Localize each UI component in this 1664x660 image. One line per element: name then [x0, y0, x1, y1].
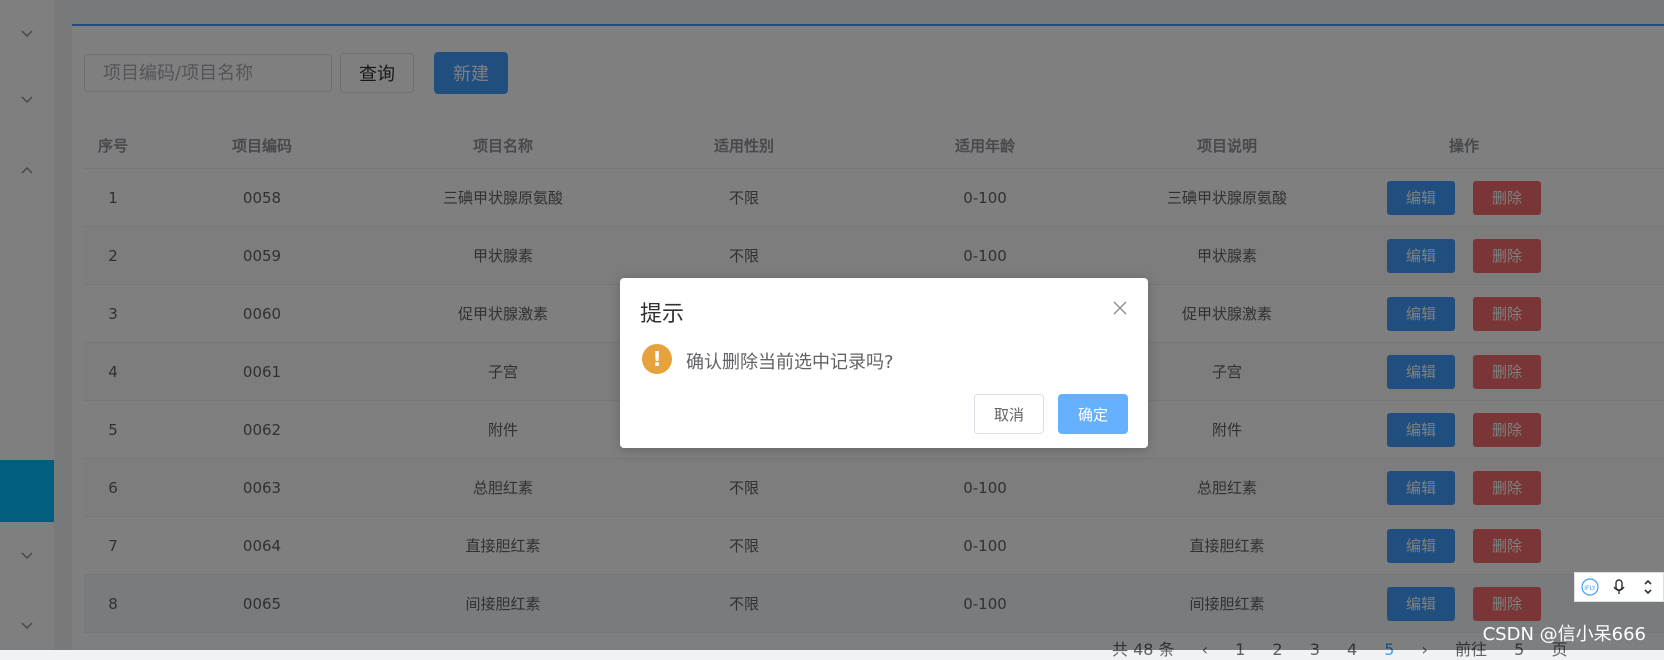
- microphone-icon[interactable]: [1610, 578, 1628, 596]
- expand-icon[interactable]: [1639, 578, 1657, 596]
- close-icon[interactable]: [1112, 300, 1128, 316]
- watermark: CSDN @信小呆666: [1482, 624, 1646, 645]
- cancel-button[interactable]: 取消: [974, 394, 1044, 434]
- floating-toolbar: IFLY: [1574, 572, 1664, 602]
- ifly-icon[interactable]: IFLY: [1581, 578, 1599, 596]
- confirm-button[interactable]: 确定: [1058, 394, 1128, 434]
- warning-icon: !: [642, 344, 672, 374]
- svg-text:IFLY: IFLY: [1584, 585, 1596, 592]
- dialog-title: 提示: [640, 302, 685, 327]
- dialog-message: 确认删除当前选中记录吗?: [686, 352, 894, 373]
- confirm-dialog: 提示 ! 确认删除当前选中记录吗? 取消 确定: [620, 278, 1148, 448]
